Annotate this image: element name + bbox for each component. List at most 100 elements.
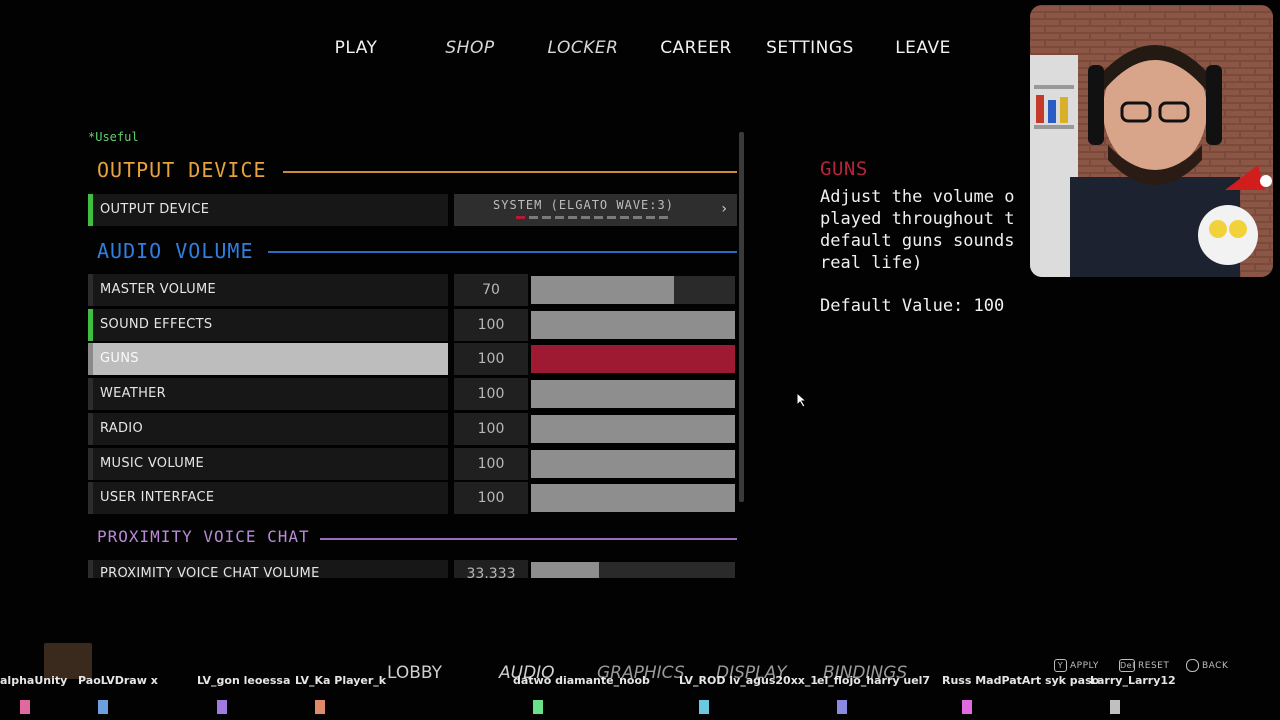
proximity-volume-label: PROXIMITY VOICE CHAT VOLUME — [100, 566, 320, 578]
tab-lobby[interactable]: LOBBY — [387, 663, 442, 683]
useful-note: *Useful — [88, 130, 139, 144]
row-indicator — [88, 482, 93, 514]
info-title: GUNS — [820, 158, 868, 180]
row-indicator — [88, 560, 93, 578]
player-sprite-icon — [533, 700, 543, 714]
row-indicator — [88, 378, 93, 410]
info-default-value: Default Value: 100 — [820, 296, 1005, 316]
slider-fill — [531, 562, 599, 578]
proximity-heading: PROXIMITY VOICE CHAT — [97, 527, 310, 546]
back-hint[interactable]: BACK — [1186, 659, 1228, 672]
audio-row-label: SOUND EFFECTS — [100, 317, 213, 332]
page-dot — [646, 216, 655, 219]
audio-row-value: 100 — [454, 482, 528, 514]
audio-row-4[interactable]: RADIO — [88, 413, 448, 445]
top-nav: PLAY SHOP LOCKER CAREER SETTINGS LEAVE — [300, 38, 980, 64]
page-dot — [594, 216, 603, 219]
player-name: alphaUnity — [0, 674, 68, 687]
audio-volume-heading: AUDIO VOLUME — [97, 239, 254, 263]
player-sprite-icon — [98, 700, 108, 714]
audio-row-label: MASTER VOLUME — [100, 282, 217, 297]
nav-shop[interactable]: SHOP — [420, 38, 520, 58]
row-indicator — [88, 274, 93, 306]
proximity-volume-value: 33.333 — [454, 560, 528, 578]
output-device-value: SYSTEM (ELGATO WAVE:3) — [493, 198, 674, 212]
audio-row-0[interactable]: MASTER VOLUME — [88, 274, 448, 306]
player-name: el_flojo_harry uel7 — [817, 674, 931, 687]
nav-settings[interactable]: SETTINGS — [760, 38, 860, 58]
player-name: PaoLVDraw x — [78, 674, 158, 687]
audio-row-label: RADIO — [100, 421, 143, 436]
audio-row-slider[interactable] — [531, 484, 735, 512]
streamer-webcam-image — [1030, 5, 1273, 277]
audio-row-value: 100 — [454, 309, 528, 341]
audio-row-slider[interactable] — [531, 345, 735, 373]
audio-row-value: 70 — [454, 274, 528, 306]
audio-row-label: WEATHER — [100, 386, 167, 401]
audio-row-value: 100 — [454, 378, 528, 410]
page-dot — [659, 216, 668, 219]
audio-row-slider[interactable] — [531, 450, 735, 478]
audio-row-value: 100 — [454, 448, 528, 480]
player-name: LV_Ka Player_k — [295, 674, 387, 687]
audio-row-value: 100 — [454, 413, 528, 445]
player-sprite-icon — [1110, 700, 1120, 714]
nav-leave[interactable]: LEAVE — [873, 38, 973, 58]
nav-play[interactable]: PLAY — [306, 38, 406, 58]
page-dot — [568, 216, 577, 219]
slider-fill — [531, 311, 735, 339]
audio-row-slider[interactable] — [531, 311, 735, 339]
page-dot — [542, 216, 551, 219]
page-dot — [620, 216, 629, 219]
proximity-volume-slider[interactable] — [531, 562, 735, 578]
audio-row-6[interactable]: USER INTERFACE — [88, 482, 448, 514]
proximity-volume-row[interactable]: PROXIMITY VOICE CHAT VOLUME — [88, 560, 448, 578]
row-indicator — [88, 309, 93, 341]
slider-fill — [531, 415, 735, 443]
output-device-row[interactable]: OUTPUT DEVICE — [88, 194, 448, 226]
player-sprite-icon — [699, 700, 709, 714]
audio-row-label: GUNS — [100, 351, 139, 366]
apply-hint-label: APPLY — [1070, 661, 1099, 671]
page-dot — [607, 216, 616, 219]
audio-section-divider — [268, 251, 737, 253]
audio-row-2[interactable]: GUNS — [88, 343, 448, 375]
chevron-right-icon[interactable]: › — [721, 201, 727, 217]
audio-row-slider[interactable] — [531, 276, 735, 304]
slider-fill — [531, 345, 735, 373]
row-indicator — [88, 413, 93, 445]
mouse-icon — [1186, 659, 1199, 672]
output-device-label: OUTPUT DEVICE — [100, 202, 210, 217]
apply-hint[interactable]: Y APPLY — [1054, 659, 1099, 672]
info-description: Adjust the volume o played throughout t … — [820, 187, 1015, 273]
audio-row-5[interactable]: MUSIC VOLUME — [88, 448, 448, 480]
player-name: LV_ROD lv_agus20xx_1 — [679, 674, 819, 687]
row-indicator — [88, 448, 93, 480]
page-dot — [516, 216, 525, 219]
audio-row-slider[interactable] — [531, 380, 735, 408]
player-sprite-icon — [315, 700, 325, 714]
audio-row-1[interactable]: SOUND EFFECTS — [88, 309, 448, 341]
device-page-indicator — [516, 216, 676, 219]
reset-hint[interactable]: Del RESET — [1119, 659, 1169, 672]
output-section-divider — [283, 171, 737, 173]
nav-locker[interactable]: LOCKER — [533, 38, 633, 58]
slider-fill — [531, 380, 735, 408]
audio-row-slider[interactable] — [531, 415, 735, 443]
settings-scrollbar[interactable] — [739, 132, 744, 502]
audio-row-3[interactable]: WEATHER — [88, 378, 448, 410]
output-device-selector[interactable]: SYSTEM (ELGATO WAVE:3) › — [454, 194, 737, 226]
page-dot — [555, 216, 564, 219]
nav-career[interactable]: CAREER — [646, 38, 746, 58]
slider-fill — [531, 484, 735, 512]
proximity-section-divider — [320, 538, 737, 540]
mouse-cursor-icon — [796, 392, 808, 408]
player-name: LV_gon leoessa — [197, 674, 291, 687]
page-dot — [581, 216, 590, 219]
audio-row-label: USER INTERFACE — [100, 490, 215, 505]
reset-key-icon: Del — [1119, 659, 1135, 672]
player-sprite-icon — [20, 700, 30, 714]
row-indicator — [88, 194, 93, 226]
player-sprite-icon — [217, 700, 227, 714]
slider-fill — [531, 450, 735, 478]
